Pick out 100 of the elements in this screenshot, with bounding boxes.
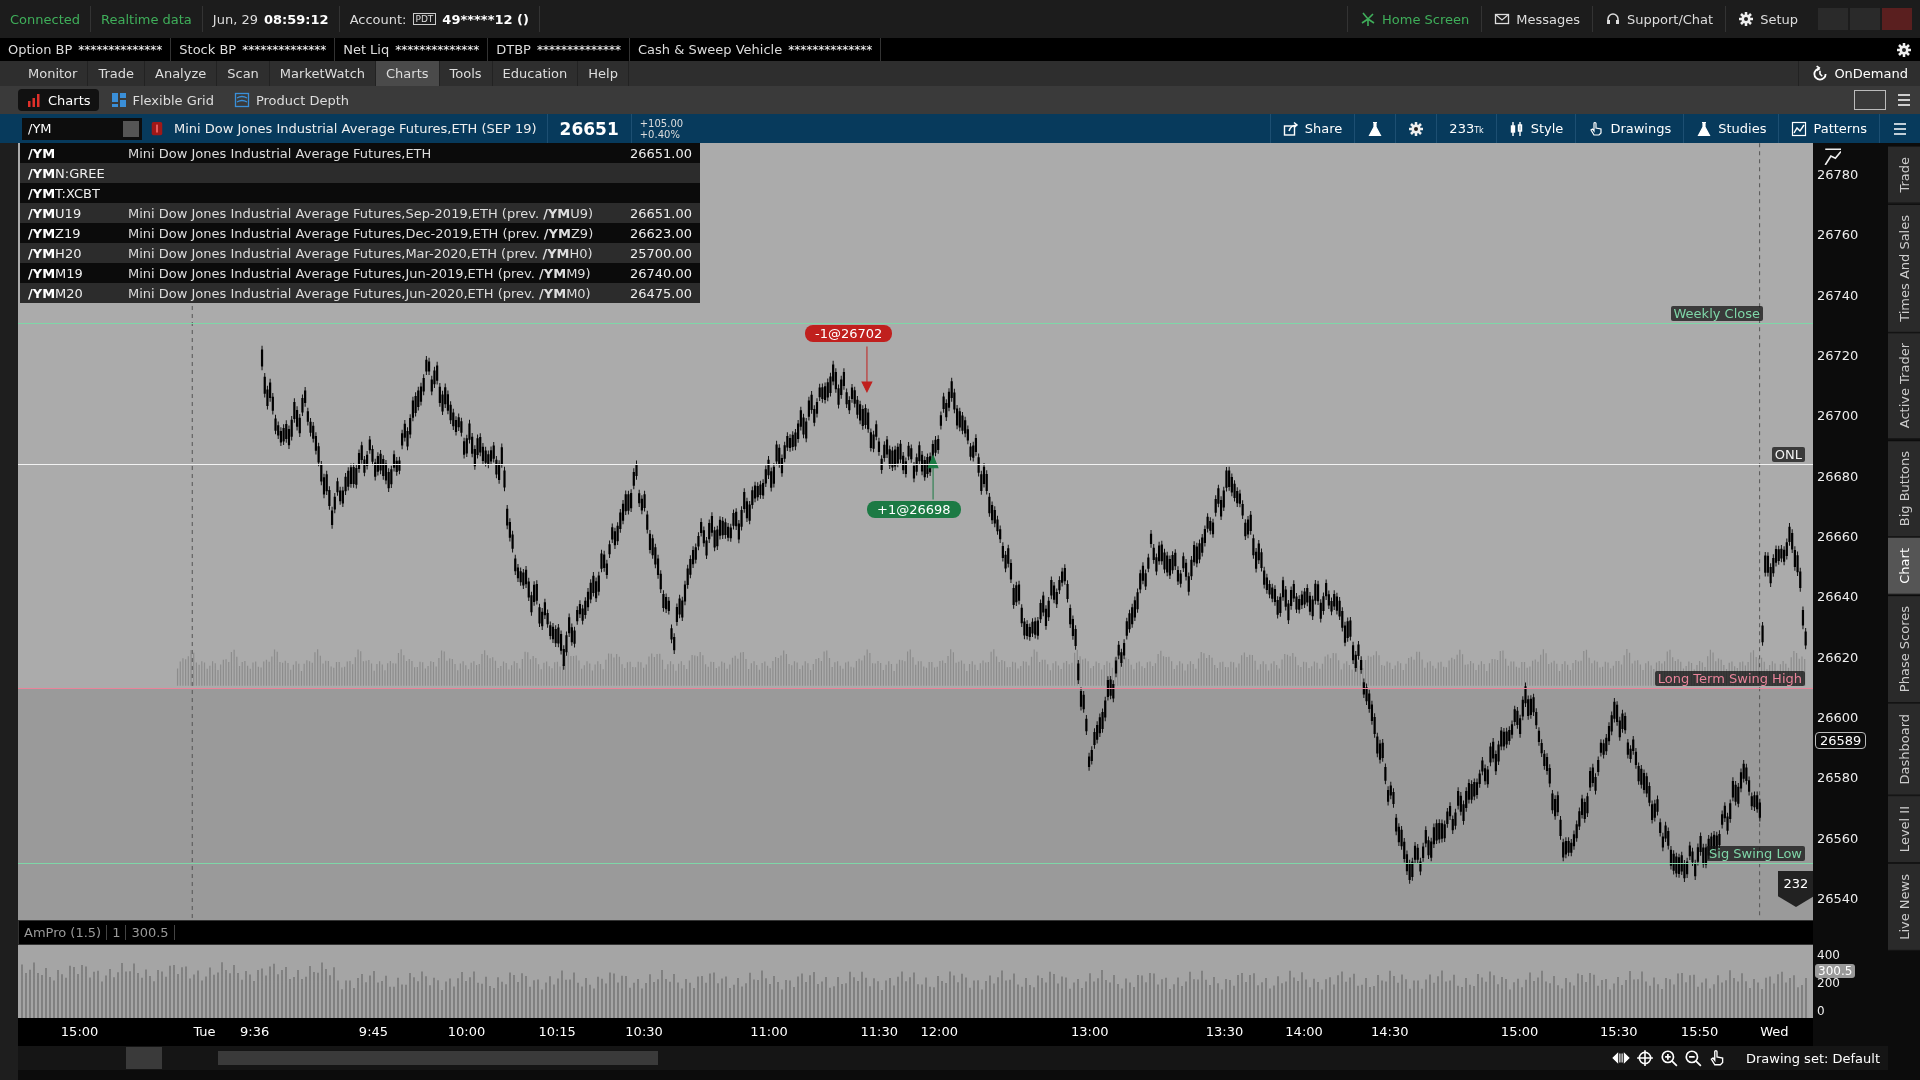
suggestion-description: Mini Dow Jones Industrial Average Futures,Sep-2019,ETH (prev. /YMU9) — [128, 205, 595, 221]
menu-icon — [1892, 120, 1908, 137]
candlestick-icon — [1508, 120, 1525, 137]
price-tick: 26680 — [1817, 468, 1860, 484]
balance-label: Cash & Sweep Vehicle — [637, 42, 783, 57]
suggestion-description: Mini Dow Jones Industrial Average Futures,Jun-2020,ETH (prev. /YMM0) — [128, 285, 592, 301]
crosshair-icon[interactable] — [1635, 1049, 1654, 1067]
study-tick: 200 — [1817, 977, 1841, 990]
balance-label: Option BP — [8, 42, 73, 57]
top-link[interactable]: Setup — [1725, 6, 1810, 32]
suggestion-description: Mini Dow Jones Industrial Average Futures,Mar-2020,ETH (prev. /YMH0) — [128, 245, 594, 261]
pattern-icon — [1791, 120, 1808, 137]
study-tick: 0 — [1817, 1005, 1826, 1018]
current-price-tag: 26589 — [1815, 732, 1867, 749]
suggestion-price: 26740.00 — [628, 265, 692, 281]
suggestion-price: 26623.00 — [628, 225, 692, 241]
zoom-out-icon[interactable] — [1683, 1049, 1702, 1067]
top-link[interactable]: Messages — [1481, 6, 1592, 32]
study-param: 1 — [107, 925, 127, 940]
time-tick: 11:30 — [860, 1024, 898, 1039]
suggestion-row[interactable]: /YMU19 Mini Dow Jones Industrial Average Futures,Sep-2019,ETH (prev. /YMU9) 26651.00 — [20, 203, 700, 223]
study-value-tag: 300.5 — [1815, 964, 1856, 978]
side-tab[interactable]: Trade — [1888, 147, 1920, 204]
suggestion-symbol: /YMZ19 — [28, 225, 82, 241]
side-tab[interactable]: Times And Sales — [1888, 204, 1920, 333]
suggestion-symbol: /YMM19 — [28, 265, 84, 281]
flask-icon — [1367, 120, 1384, 137]
price-tick: 26580 — [1817, 770, 1860, 786]
flask-icon — [1696, 120, 1713, 137]
side-tab[interactable]: Active Trader — [1888, 333, 1920, 440]
suggestion-symbol: /YM — [28, 145, 57, 161]
instrument-name: Mini Dow Jones Industrial Average Futures,ETH (SEP 19) — [173, 121, 538, 136]
side-tab[interactable]: Phase Scores — [1888, 595, 1920, 703]
percent-change: +0.40% — [639, 128, 681, 140]
envelope-icon — [1494, 11, 1511, 27]
side-tab[interactable]: Chart — [1888, 537, 1920, 595]
balance-value: ************** — [536, 42, 621, 57]
level-label: ONL — [1771, 447, 1805, 462]
suggestion-price: 26651.00 — [628, 145, 692, 161]
account-number[interactable]: 49*****12 () — [442, 11, 529, 27]
time-tick: 9:36 — [240, 1024, 270, 1039]
alert-icon[interactable] — [150, 119, 164, 138]
menu-icon[interactable] — [1896, 92, 1912, 108]
sub-tab[interactable]: Product Depth — [225, 89, 358, 111]
sub-tab[interactable]: Charts — [18, 89, 99, 111]
level-label: Long Term Swing High — [1654, 671, 1805, 686]
time-tick: 11:00 — [750, 1024, 788, 1039]
price-tick: 26700 — [1817, 408, 1860, 424]
time-tick: 10:15 — [538, 1024, 576, 1039]
scrollbar-thumb[interactable] — [218, 1051, 658, 1065]
top-link[interactable]: Home Screen — [1347, 6, 1482, 32]
zoom-in-icon[interactable] — [1659, 1049, 1678, 1067]
suggestion-row[interactable]: /YMH20 Mini Dow Jones Industrial Average Futures,Mar-2020,ETH (prev. /YMH0) 25700.00 — [20, 243, 700, 263]
dropdown-button[interactable] — [123, 120, 139, 137]
side-tab[interactable]: Level II — [1888, 796, 1920, 864]
sub-tab[interactable]: Flexible Grid — [102, 89, 222, 111]
level-label: Sig Swing Low — [1706, 846, 1805, 861]
suggestion-description: Mini Dow Jones Industrial Average Futures,Jun-2019,ETH (prev. /YMM9) — [128, 265, 592, 281]
price-tick: 26780 — [1817, 167, 1860, 182]
trendline-icon[interactable] — [1823, 147, 1841, 165]
study-value: 300.5 — [126, 925, 175, 940]
order-label[interactable]: -1@26702 — [805, 325, 893, 342]
depth-icon — [233, 92, 250, 108]
suggestion-price: 26475.00 — [628, 285, 692, 301]
time-tick: 15:00 — [60, 1024, 99, 1039]
menu-tab[interactable]: Charts — [376, 61, 440, 86]
suggestion-description: Mini Dow Jones Industrial Average Futures,ETH — [128, 145, 433, 161]
side-tab[interactable]: Dashboard — [1888, 703, 1920, 796]
study-name: AmPro (1.5) — [19, 925, 108, 940]
time-tick: 10:30 — [625, 1024, 663, 1039]
sparkle-icon — [1360, 11, 1377, 27]
side-tab[interactable]: Live News — [1888, 864, 1920, 952]
sell-marker-arrow — [861, 346, 873, 393]
balance-label: DTBP — [496, 42, 531, 57]
price-tick: 26640 — [1817, 589, 1860, 605]
settings-icon[interactable] — [1896, 41, 1912, 58]
time-tick: 15:30 — [1600, 1024, 1638, 1039]
time-label: 08:59:12 — [263, 11, 329, 27]
symbol-field[interactable]: /YM — [22, 117, 142, 140]
layout-button[interactable] — [1854, 90, 1886, 110]
drawing-set-label[interactable]: Drawing set: Default — [1731, 1050, 1888, 1066]
buy-marker-arrow — [927, 455, 939, 501]
time-tick: 13:00 — [1071, 1024, 1109, 1039]
suggestion-row[interactable]: /YMM20 Mini Dow Jones Industrial Average Futures,Jun-2020,ETH (prev. /YMM0) 26475.00 — [20, 283, 700, 303]
time-tick: Wed — [1760, 1024, 1789, 1039]
price-tick: 26720 — [1817, 348, 1860, 363]
settings-icon — [1738, 11, 1755, 27]
hand-icon — [1588, 120, 1605, 137]
balance-label: Stock BP — [179, 42, 237, 57]
side-tab[interactable]: Big Buttons — [1888, 440, 1920, 537]
price-tick: 26660 — [1817, 528, 1860, 544]
suggestion-description: Mini Dow Jones Industrial Average Futures,Dec-2019,ETH (prev. /YMZ9) — [128, 225, 595, 241]
date-label: Jun, 29 — [212, 11, 258, 27]
settings-icon — [1408, 120, 1425, 137]
top-link[interactable]: Support/Chat — [1592, 6, 1726, 32]
suggestion-row[interactable]: /YMN:GREE — [20, 163, 700, 183]
time-tick: 15:50 — [1680, 1024, 1719, 1039]
price-tick: 26540 — [1817, 890, 1860, 906]
time-tick: 14:00 — [1285, 1024, 1323, 1039]
suggestion-price: 25700.00 — [628, 245, 692, 261]
